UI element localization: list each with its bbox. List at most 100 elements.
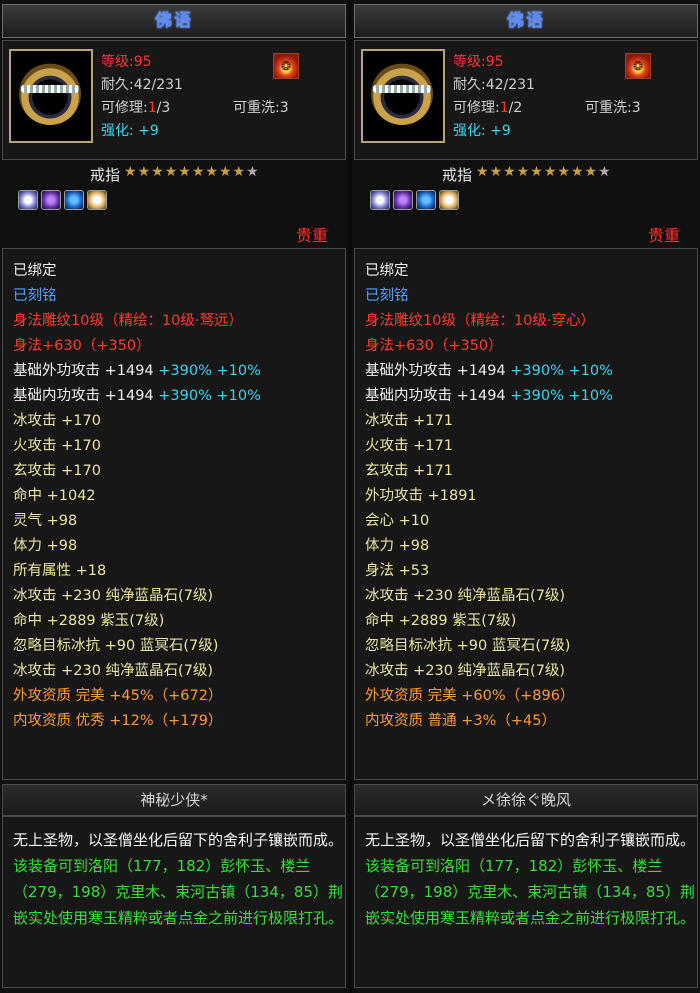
item-header-box: 等级:95 耐久:42/231 可修理:1/3 强化: +9 可重洗:3 ❂ <box>2 40 346 160</box>
star-filled-icon: ★ <box>191 164 206 180</box>
attribute-label: 身法+630（+350） <box>13 338 151 354</box>
item-stats: 等级:95 耐久:42/231 可修理:1/2 强化: +9 <box>453 51 535 143</box>
star-empty-icon: ★ <box>598 164 612 180</box>
attribute-label: 已刻铭 <box>365 288 409 304</box>
star-empty-icon: ★ <box>246 164 260 180</box>
attribute-row: 灵气 +98 <box>13 509 77 530</box>
attribute-label: 基础内功攻击 +1494 <box>13 388 154 404</box>
attribute-row: 身法+630（+350） <box>365 334 503 355</box>
attribute-label: 已刻铭 <box>13 288 57 304</box>
star-filled-icon: ★ <box>476 164 490 180</box>
attribute-label: 体力 +98 <box>13 538 78 554</box>
attribute-label: 冰攻击 +170 <box>13 413 101 429</box>
desc-hint: 该装备可到洛阳（177，182）彭怀玉、楼兰（279，198）克里木、束河古镇（… <box>365 857 696 927</box>
desc-intro: 无上圣物，以圣僧坐化后留下的舍利子镶嵌而成。 <box>365 831 696 849</box>
level-value: 95 <box>133 54 152 70</box>
repair-current: 1 <box>147 100 157 116</box>
star-rating: ★★★★★★★★★★ <box>124 164 260 180</box>
attribute-label: 所有属性 +18 <box>13 563 107 579</box>
item-type: 戒指 <box>90 166 121 184</box>
item-header-box: 等级:95 耐久:42/231 可修理:1/2 强化: +9 可重洗:3 ❂ <box>354 40 698 160</box>
attribute-row: 命中 +2889 紫玉(7级) <box>365 609 516 630</box>
attribute-label: 已绑定 <box>13 263 57 279</box>
attribute-row: 火攻击 +170 <box>13 434 101 455</box>
attribute-row: 玄攻击 +170 <box>13 459 101 480</box>
attribute-label: 已绑定 <box>365 263 409 279</box>
attribute-row: 内攻资质 优秀 +12%（+179） <box>13 709 222 730</box>
fire-element-icon: ❂ <box>625 53 651 79</box>
attribute-label: 冰攻击 +230 纯净蓝晶石(7级) <box>13 588 214 604</box>
star-filled-icon: ★ <box>164 164 179 180</box>
star-filled-icon: ★ <box>503 164 517 180</box>
item-type-row: 戒指 ★★★★★★★★★★ <box>352 162 700 186</box>
amethyst-gem-icon[interactable] <box>41 190 61 210</box>
item-title: 佛语 <box>354 4 698 38</box>
ring-icon <box>9 49 93 143</box>
attribute-row: 基础外功攻击 +1494 +390% +10% <box>365 359 613 380</box>
attribute-label: 内攻资质 普通 +3%（+45） <box>365 713 556 729</box>
attribute-row: 体力 +98 <box>13 534 77 555</box>
fire-element-icon: ❂ <box>273 53 299 79</box>
level-label: 等级: <box>453 54 486 70</box>
attribute-label: 基础外功攻击 +1494 <box>365 363 506 379</box>
attribute-label: 体力 +98 <box>365 538 430 554</box>
attribute-label: 身法+630（+350） <box>365 338 503 354</box>
attribute-row: 基础外功攻击 +1494 +390% +10% <box>13 359 261 380</box>
attribute-row: 忽略目标冰抗 +90 蓝冥石(7级) <box>365 634 570 655</box>
item-type-row: 戒指 ★★★★★★★★★★ <box>0 162 348 186</box>
sapphire-gem-icon[interactable] <box>416 190 436 210</box>
attribute-label: 火攻击 +170 <box>13 438 101 454</box>
item-stats: 等级:95 耐久:42/231 可修理:1/3 强化: +9 <box>101 51 183 143</box>
attribute-label: 灵气 +98 <box>13 513 78 529</box>
repair-max: /3 <box>156 100 171 116</box>
repair-max: /2 <box>508 100 523 116</box>
attribute-label: 基础外功攻击 +1494 <box>13 363 154 379</box>
sapphire-gem-icon[interactable] <box>64 190 84 210</box>
attribute-label: 玄攻击 +171 <box>365 463 453 479</box>
item-title: 佛语 <box>2 4 346 38</box>
attribute-label: 命中 +2889 紫玉(7级) <box>13 613 165 629</box>
star-filled-icon: ★ <box>489 164 504 180</box>
repair-label: 可修理: <box>101 100 148 116</box>
level-label: 等级: <box>101 54 134 70</box>
attribute-row: 已绑定 <box>365 259 409 280</box>
attribute-list: 已绑定已刻铭身法雕纹10级（精绘：10级·穿心） 身法+630（+350） 基础外功… <box>354 248 698 780</box>
rewash-count: 可重洗:3 <box>233 100 289 116</box>
pearl-gem-icon[interactable] <box>439 190 459 210</box>
attribute-row: 冰攻击 +171 <box>365 409 453 430</box>
enhance-value: +9 <box>138 123 159 139</box>
description-box: 无上圣物，以圣僧坐化后留下的舍利子镶嵌而成。 该装备可到洛阳（177，182）彭… <box>2 816 346 988</box>
attribute-value: +390% +10% <box>505 388 613 404</box>
star-filled-icon: ★ <box>232 164 247 180</box>
attribute-label: 冰攻击 +171 <box>365 413 453 429</box>
attribute-row: 所有属性 +18 <box>13 559 106 580</box>
attribute-row: 身法雕纹10级（精绘：10级·穿心） <box>365 309 595 330</box>
attribute-label: 忽略目标冰抗 +90 蓝冥石(7级) <box>365 638 571 654</box>
ring-icon <box>361 49 445 143</box>
desc-intro: 无上圣物，以圣僧坐化后留下的舍利子镶嵌而成。 <box>13 831 344 849</box>
durability: 耐久:42/231 <box>453 77 535 93</box>
enhance-label: 强化: <box>453 123 486 139</box>
diamond-gem-icon[interactable] <box>18 190 38 210</box>
attribute-value: +390% +10% <box>153 388 261 404</box>
attribute-label: 外攻资质 完美 +60%（+896） <box>365 688 575 704</box>
attribute-row: 已刻铭 <box>13 284 57 305</box>
star-filled-icon: ★ <box>137 164 152 180</box>
star-filled-icon: ★ <box>124 164 138 180</box>
diamond-gem-icon[interactable] <box>370 190 390 210</box>
star-filled-icon: ★ <box>584 164 599 180</box>
attribute-value: +390% +10% <box>505 363 613 379</box>
owner-name: 神秘少侠* <box>2 784 346 816</box>
attribute-row: 冰攻击 +230 纯净蓝晶石(7级) <box>13 584 213 605</box>
rewash-count: 可重洗:3 <box>585 100 641 116</box>
attribute-value: +390% +10% <box>153 363 261 379</box>
attribute-row: 基础内功攻击 +1494 +390% +10% <box>365 384 613 405</box>
pearl-gem-icon[interactable] <box>87 190 107 210</box>
description-box: 无上圣物，以圣僧坐化后留下的舍利子镶嵌而成。 该装备可到洛阳（177，182）彭… <box>354 816 698 988</box>
amethyst-gem-icon[interactable] <box>393 190 413 210</box>
attribute-row: 体力 +98 <box>365 534 429 555</box>
attribute-label: 身法 +53 <box>365 563 430 579</box>
star-filled-icon: ★ <box>543 164 558 180</box>
enhance-value: +9 <box>490 123 511 139</box>
attribute-label: 基础内功攻击 +1494 <box>365 388 506 404</box>
